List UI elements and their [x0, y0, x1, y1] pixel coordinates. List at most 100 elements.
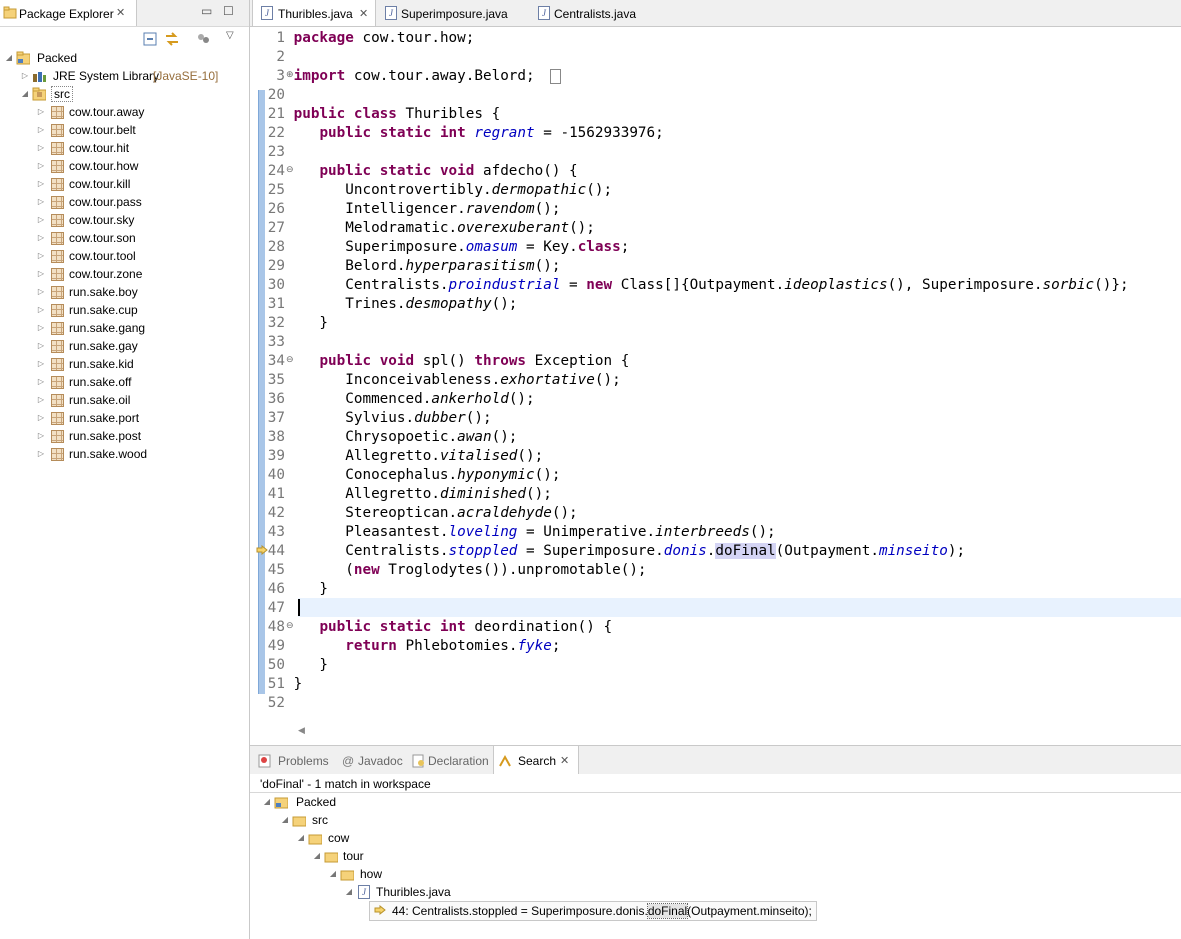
code-line[interactable]: 29 Belord.hyperparasitism(); — [265, 257, 561, 276]
tree-package[interactable]: ▷ cow.tour.zone — [0, 265, 249, 283]
collapsed-icon[interactable]: ▷ — [36, 445, 46, 463]
collapsed-icon[interactable]: ▷ — [36, 355, 46, 373]
collapsed-icon[interactable]: ▷ — [36, 409, 46, 427]
tree-package[interactable]: ▷ cow.tour.hit — [0, 139, 249, 157]
collapsed-icon[interactable]: ▷ — [36, 247, 46, 265]
collapsed-icon[interactable]: ▷ — [36, 319, 46, 337]
tree-package[interactable]: ▷ run.sake.kid — [0, 355, 249, 373]
minimize-icon[interactable]: ▭ — [201, 4, 212, 18]
code-line[interactable]: 42 Stereoptican.acraldehyde(); — [265, 504, 578, 523]
code-line[interactable]: 2 — [265, 48, 294, 67]
tree-package[interactable]: ▷ cow.tour.tool — [0, 247, 249, 265]
collapsed-icon[interactable]: ▷ — [36, 103, 46, 121]
tree-package[interactable]: ▷ run.sake.cup — [0, 301, 249, 319]
code-line[interactable]: 25 Uncontrovertibly.dermopathic(); — [265, 181, 612, 200]
collapse-fold-icon[interactable]: ⊖ — [286, 165, 294, 175]
scroll-left-icon[interactable]: ◀ — [298, 725, 305, 736]
expanded-icon[interactable]: ◢ — [344, 883, 354, 901]
code-line[interactable]: 45 (new Troglodytes()).unpromotable(); — [265, 561, 647, 580]
tab-javadoc[interactable]: @ Javadoc — [340, 746, 408, 774]
expand-fold-icon[interactable]: ⊕ — [286, 70, 294, 80]
expanded-icon[interactable]: ◢ — [262, 793, 272, 811]
collapse-all-icon[interactable] — [143, 32, 157, 46]
code-line[interactable]: 21 public class Thuribles { — [265, 105, 500, 124]
collapse-fold-icon[interactable]: ⊖ — [286, 621, 294, 631]
expanded-icon[interactable]: ◢ — [296, 829, 306, 847]
code-line[interactable]: 44 Centralists.stoppled = Superimposure.… — [265, 542, 965, 561]
tree-package[interactable]: ▷ cow.tour.sky — [0, 211, 249, 229]
search-match-row[interactable]: 44: Centralists.stoppled = Superimposure… — [369, 901, 817, 921]
code-line[interactable]: 48 public static int deordination() { — [265, 618, 612, 637]
folded-imports-marker[interactable] — [550, 69, 561, 84]
code-line[interactable]: 39 Allegretto.vitalised(); — [265, 447, 543, 466]
expanded-icon[interactable]: ◢ — [312, 847, 322, 865]
code-line[interactable]: 23 — [265, 143, 294, 162]
code-line[interactable]: 20 — [265, 86, 294, 105]
tree-package[interactable]: ▷ run.sake.wood — [0, 445, 249, 463]
tree-package[interactable]: ▷ cow.tour.kill — [0, 175, 249, 193]
collapse-fold-icon[interactable]: ⊖ — [286, 355, 294, 365]
editor-tab-centralists[interactable]: J Centralists.java — [533, 0, 653, 26]
tree-package[interactable]: ▷ cow.tour.belt — [0, 121, 249, 139]
code-line[interactable]: 46 } — [265, 580, 328, 599]
filters-icon[interactable] — [196, 32, 212, 46]
collapsed-icon[interactable]: ▷ — [36, 211, 46, 229]
code-line[interactable]: 22 public static int regrant = -15629339… — [265, 124, 664, 143]
tree-project[interactable]: ◢ Packed — [0, 49, 249, 67]
code-line[interactable]: 52 — [265, 694, 294, 713]
close-icon[interactable]: ✕ — [116, 6, 125, 19]
horizontal-scrollbar[interactable]: ◀ — [298, 724, 1181, 740]
code-line[interactable]: 37 Sylvius.dubber(); — [265, 409, 492, 428]
maximize-icon[interactable]: ☐ — [223, 4, 234, 18]
collapsed-icon[interactable]: ▷ — [36, 157, 46, 175]
tree-jre[interactable]: ▷ JRE System Library [JavaSE-10] — [0, 67, 249, 85]
collapsed-icon[interactable]: ▷ — [36, 391, 46, 409]
collapsed-icon[interactable]: ▷ — [20, 67, 30, 85]
collapsed-icon[interactable]: ▷ — [36, 139, 46, 157]
code-line[interactable]: 28 Superimposure.omasum = Key.class; — [265, 238, 630, 257]
tree-package[interactable]: ▷ run.sake.gang — [0, 319, 249, 337]
code-line[interactable]: 27 Melodramatic.overexuberant(); — [265, 219, 595, 238]
editor-tab-thuribles[interactable]: J Thuribles.java ✕ — [252, 0, 376, 26]
code-line[interactable]: 30 Centralists.proindustrial = new Class… — [265, 276, 1129, 295]
code-line[interactable]: 51 } — [265, 675, 302, 694]
code-line[interactable]: 43 Pleasantest.loveling = Unimperative.i… — [265, 523, 776, 542]
expanded-icon[interactable]: ◢ — [280, 811, 290, 829]
tree-package[interactable]: ▷ cow.tour.pass — [0, 193, 249, 211]
tree-package[interactable]: ▷ cow.tour.how — [0, 157, 249, 175]
collapsed-icon[interactable]: ▷ — [36, 121, 46, 139]
editor-tab-superimposure[interactable]: J Superimposure.java — [380, 0, 520, 26]
collapsed-icon[interactable]: ▷ — [36, 283, 46, 301]
collapsed-icon[interactable]: ▷ — [36, 175, 46, 193]
tree-src[interactable]: ◢ src — [0, 85, 249, 103]
tab-search[interactable]: Search ✕ — [493, 746, 579, 774]
code-line[interactable]: 38 Chrysopoetic.awan(); — [265, 428, 518, 447]
code-line[interactable]: 24 public static void afdecho() { — [265, 162, 578, 181]
collapsed-icon[interactable]: ▷ — [36, 427, 46, 445]
collapsed-icon[interactable]: ▷ — [36, 229, 46, 247]
expanded-icon[interactable]: ◢ — [328, 865, 338, 883]
code-line[interactable]: 1 package cow.tour.how; — [265, 29, 474, 48]
collapsed-icon[interactable]: ▷ — [36, 373, 46, 391]
code-line[interactable]: 3 import cow.tour.away.Belord; — [265, 67, 534, 86]
code-line[interactable]: 26 Intelligencer.ravendom(); — [265, 200, 561, 219]
close-icon[interactable]: ✕ — [359, 7, 368, 20]
tree-package[interactable]: ▷ run.sake.oil — [0, 391, 249, 409]
view-menu-icon[interactable]: ▽ — [226, 30, 234, 41]
code-line[interactable]: 47 — [265, 599, 294, 618]
collapsed-icon[interactable]: ▷ — [36, 337, 46, 355]
code-line[interactable]: 34 public void spl() throws Exception { — [265, 352, 630, 371]
tree-package[interactable]: ▷ run.sake.off — [0, 373, 249, 391]
code-line[interactable]: 31 Trines.desmopathy(); — [265, 295, 518, 314]
code-line[interactable]: 33 — [265, 333, 294, 352]
code-line[interactable]: 49 return Phlebotomies.fyke; — [265, 637, 561, 656]
expanded-icon[interactable]: ◢ — [20, 85, 30, 103]
tab-problems[interactable]: Problems — [256, 746, 336, 774]
collapsed-icon[interactable]: ▷ — [36, 265, 46, 283]
package-explorer-tab[interactable]: Package Explorer ✕ — [0, 0, 137, 26]
code-line[interactable]: 41 Allegretto.diminished(); — [265, 485, 552, 504]
link-with-editor-icon[interactable] — [164, 31, 180, 47]
collapsed-icon[interactable]: ▷ — [36, 193, 46, 211]
collapsed-icon[interactable]: ▷ — [36, 301, 46, 319]
code-line[interactable]: 50 } — [265, 656, 328, 675]
